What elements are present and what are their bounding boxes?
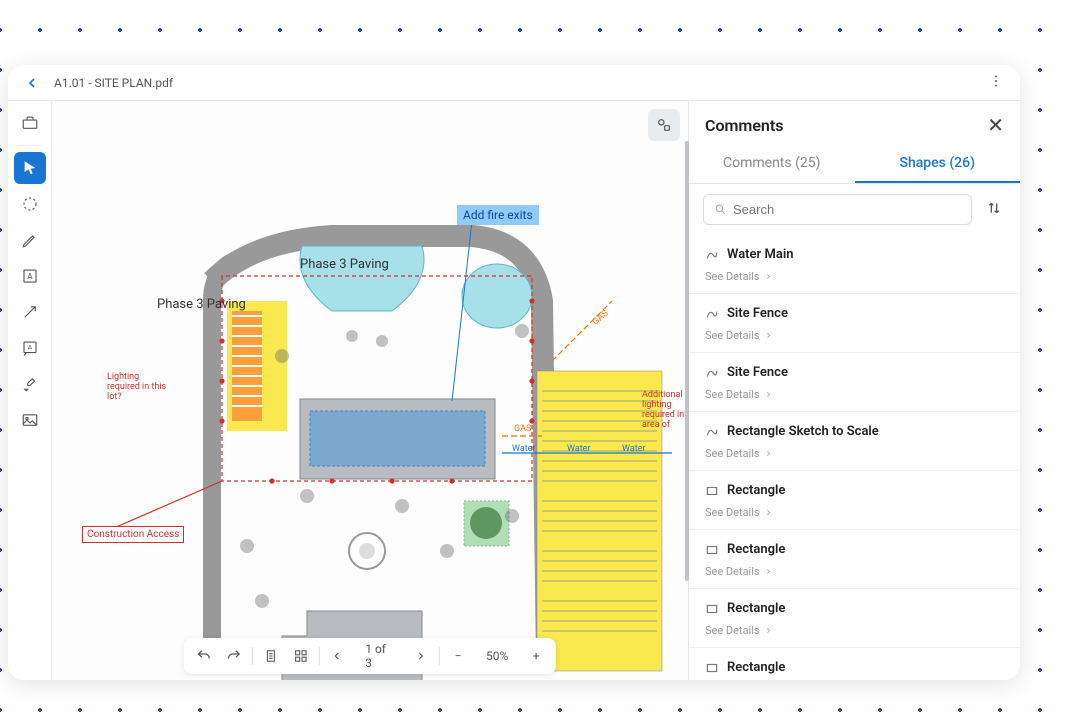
diagram-mode-button[interactable] — [648, 109, 680, 141]
shapes-list: Water Main See Details Site Fence See Detai… — [689, 235, 1020, 680]
sort-button[interactable] — [982, 196, 1006, 224]
cloud-tool[interactable] — [14, 188, 46, 220]
annotation-construction-access[interactable]: Construction Access — [82, 526, 184, 543]
scrollbar[interactable] — [685, 141, 689, 581]
shape-item[interactable]: Site Fence See Details — [689, 353, 1020, 412]
shape-item[interactable]: Site Fence See Details — [689, 294, 1020, 353]
shape-name: Rectangle — [727, 601, 785, 616]
image-tool[interactable] — [14, 404, 46, 436]
rectangle-icon — [705, 484, 719, 498]
left-toolbar: A A — [8, 101, 52, 680]
see-details-link[interactable]: See Details — [705, 329, 1004, 342]
annotation-fire-exits[interactable]: Add fire exits — [457, 205, 539, 225]
see-details-link[interactable]: See Details — [705, 388, 1004, 401]
callout-text-tool[interactable]: A — [14, 332, 46, 364]
curve-icon — [705, 366, 719, 380]
header-bar: A1.01 - SITE PLAN.pdf — [8, 65, 1020, 101]
toolbox-button[interactable] — [14, 107, 46, 139]
annotation-phase3-left: Phase 3 Paving — [157, 297, 246, 312]
shape-item[interactable]: Rectangle See Details — [689, 471, 1020, 530]
zoom-in-button[interactable]: + — [524, 643, 548, 669]
see-details-link[interactable]: See Details — [705, 624, 1004, 637]
annotation-water1: Water — [512, 444, 536, 454]
shape-name: Rectangle — [727, 660, 785, 675]
annotation-phase3-top: Phase 3 Paving — [300, 257, 389, 272]
page-indicator: 1 of 3 — [355, 642, 403, 670]
app-window: A1.01 - SITE PLAN.pdf A — [8, 65, 1020, 680]
chevron-right-icon — [764, 508, 773, 517]
curve-icon — [705, 307, 719, 321]
undo-button[interactable] — [192, 643, 216, 669]
annotation-gas1: GAS — [514, 424, 531, 434]
next-page-button[interactable] — [409, 643, 433, 669]
see-details-link[interactable]: See Details — [705, 447, 1004, 460]
shape-name: Site Fence — [727, 306, 788, 321]
chevron-right-icon — [764, 390, 773, 399]
shape-item[interactable]: Rectangle See Details — [689, 530, 1020, 589]
thumbnails-button[interactable] — [288, 643, 312, 669]
shape-name: Rectangle — [727, 542, 785, 557]
rectangle-icon — [705, 543, 719, 557]
text-tool[interactable]: A — [14, 260, 46, 292]
annotation-additional-lighting[interactable]: Additional lighting required in this are… — [642, 391, 688, 431]
body: A A — [8, 101, 1020, 680]
curve-icon — [705, 425, 719, 439]
prev-page-button[interactable] — [325, 643, 349, 669]
curve-icon — [705, 248, 719, 262]
search-icon — [714, 203, 727, 216]
single-page-button[interactable] — [259, 643, 283, 669]
shape-name: Water Main — [727, 247, 793, 262]
close-panel-button[interactable]: ✕ — [987, 115, 1004, 135]
svg-text:A: A — [27, 344, 32, 352]
shape-item[interactable]: Rectangle Sketch to Scale See Details — [689, 412, 1020, 471]
redo-button[interactable] — [222, 643, 246, 669]
annotation-water2: Water — [567, 444, 591, 454]
search-input-wrapper[interactable] — [703, 194, 972, 225]
rectangle-icon — [705, 661, 719, 675]
chevron-right-icon — [764, 331, 773, 340]
annotation-lighting[interactable]: Lighting required in this lot? — [107, 373, 167, 403]
chevron-right-icon — [764, 567, 773, 576]
rectangle-icon — [705, 602, 719, 616]
zoom-out-button[interactable]: − — [446, 643, 470, 669]
shape-item[interactable]: RectangleSee Details — [689, 648, 1020, 680]
chevron-right-icon — [764, 272, 773, 281]
shape-name: Rectangle Sketch to Scale — [727, 424, 879, 439]
bottom-controls: 1 of 3 − 50% + — [184, 638, 556, 674]
pen-tool[interactable] — [14, 224, 46, 256]
panel-title: Comments — [705, 116, 783, 135]
more-menu-button[interactable] — [984, 69, 1008, 97]
chevron-right-icon — [764, 449, 773, 458]
file-title: A1.01 - SITE PLAN.pdf — [54, 76, 173, 90]
panel-tabs: Comments (25) Shapes (26) — [689, 145, 1020, 184]
shape-name: Site Fence — [727, 365, 788, 380]
svg-text:A: A — [27, 272, 33, 282]
zoom-level: 50% — [476, 649, 518, 663]
shape-item[interactable]: Water Main See Details — [689, 235, 1020, 294]
tab-comments[interactable]: Comments (25) — [689, 145, 855, 183]
see-details-link[interactable]: See Details — [705, 565, 1004, 578]
back-button[interactable] — [20, 71, 44, 95]
shape-item[interactable]: Rectangle See Details — [689, 589, 1020, 648]
highlighter-tool[interactable] — [14, 368, 46, 400]
canvas-area[interactable]: Add fire exits Phase 3 Paving Phase 3 Pa… — [52, 101, 688, 680]
select-tool[interactable] — [14, 152, 46, 184]
search-input[interactable] — [733, 202, 961, 217]
chevron-right-icon — [764, 626, 773, 635]
annotation-water3: Water — [622, 444, 646, 454]
see-details-link[interactable]: See Details — [705, 270, 1004, 283]
comments-panel: Comments ✕ Comments (25) Shapes (26) Wat… — [688, 101, 1020, 680]
see-details-link[interactable]: See Details — [705, 506, 1004, 519]
toolbar-divider — [18, 145, 42, 146]
arrow-tool[interactable] — [14, 296, 46, 328]
tab-shapes[interactable]: Shapes (26) — [855, 145, 1021, 183]
shape-name: Rectangle — [727, 483, 785, 498]
